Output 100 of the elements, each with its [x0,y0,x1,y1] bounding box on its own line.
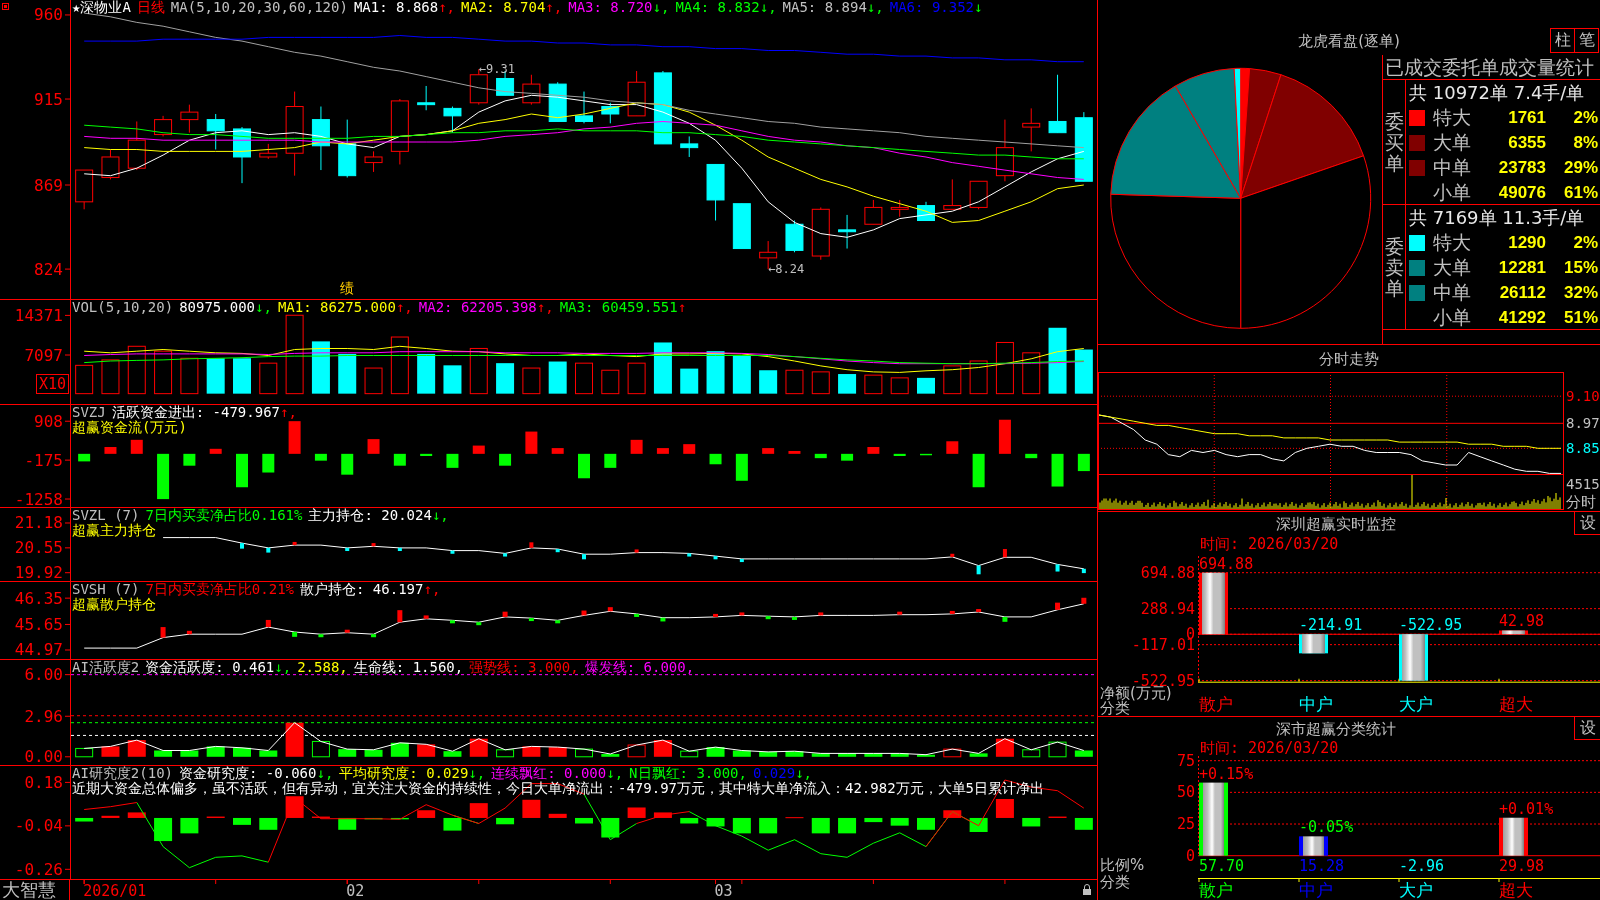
side-label: 委买单 [1384,111,1404,174]
order-percent: 51% [1563,308,1598,328]
order-summary: 共 10972单 7.4手/单 [1408,81,1586,105]
axis-label: 44.97 [14,640,63,660]
date-label: 2026/01 [83,882,147,900]
legend-label: SVZJ [72,405,106,420]
axis-label: 824 [34,259,63,279]
value-label: 29.98 [1499,857,1545,875]
axis-label: 14371 [14,305,63,325]
legend-label: 超赢主力持仓 [72,523,156,538]
legend-label: 超赢散户持仓 [72,597,156,612]
trend-arrow: ↓, [795,766,812,781]
brand-label: 大智慧 [1,880,56,900]
axis-label: -1258 [14,489,63,509]
legend-label: 连续飘红: 0.000 [491,766,607,781]
axis-label: 21.18 [14,513,63,533]
category-label: 大户 [1399,694,1433,714]
axis-title: 比例% [1100,856,1145,874]
order-type: 大单 [1433,255,1472,280]
category-label: 中户 [1299,880,1333,900]
legend-label: 超赢资金流(万元) [72,420,187,435]
trend-arrow: ↓ [974,0,983,15]
axis-label: 869 [34,175,63,195]
category-label: 中户 [1299,694,1333,714]
value-label: -522.95 [1399,616,1463,635]
trend-arrow: ↑, [545,0,563,15]
axis-label: 6.00 [24,665,63,685]
change-label: +0.15% [1199,764,1254,783]
value-label: 42.98 [1499,612,1545,631]
axis-label: 8.85 [1566,440,1600,457]
trend-arrow: ↑, [395,300,413,315]
order-percent: 32% [1563,283,1598,303]
trend-arrow: ↑ [677,300,687,315]
legend-label: ★深物业A [72,0,131,15]
legend-label: 爆发线: 6.000, [584,660,695,675]
unit-label: X10 [36,374,70,394]
legend-label: 主力持仓: 20.024 [308,508,432,523]
axis-label: 9.10 [1566,388,1600,405]
legend-label: AI研究度2(10) [72,766,173,781]
time-label: 时间: 2026/03/20 [1200,738,1339,758]
panel-title: 分时走势 [1319,349,1379,368]
axis-label: 288.94 [1140,599,1195,618]
legend-label: 生命线: 1.560, [353,660,464,675]
order-volume: 41292 [1498,308,1546,328]
axis-label: 0.18 [24,772,63,792]
axis-label: -0.04 [14,816,63,836]
time-label: 时间: 2026/03/20 [1200,534,1339,554]
table-title: 已成交委托单成交量统计 [1383,55,1600,80]
trend-arrow: ↑, [438,0,456,15]
order-type: 特大 [1433,230,1472,255]
axis-label: 960 [34,5,63,25]
value-label: -214.91 [1299,616,1363,635]
trend-arrow: ↓, [866,0,884,15]
category-label: 散户 [1199,880,1233,900]
trend-arrow: ↑, [536,300,554,315]
axis-label: 25 [1176,815,1195,834]
axis-label: 908 [34,411,63,431]
legend-label: SVSH (7) [72,582,140,597]
axis-label: 694.88 [1140,563,1195,582]
axis-label: 0 [1185,846,1195,865]
legend-label: MA3: 8.720 [568,0,653,15]
trend-arrow: ↓, [431,508,449,523]
legend-label: 80975.000 [179,300,255,315]
trend-arrow: ↓, [652,0,670,15]
order-percent: 8% [1573,133,1598,153]
trend-arrow: ↓, [606,766,624,781]
order-type: 大单 [1433,130,1472,155]
order-type: 特大 [1433,105,1472,130]
trend-arrow: ↓, [274,660,292,675]
legend-label: SVZL (7) [72,508,140,523]
legend-label: 活跃资金进出: -479.967 [111,405,280,420]
legend-label: MA1: 86275.000 [277,300,396,315]
trend-arrow: ↓, [255,300,272,315]
axis-label: 45.65 [14,614,63,634]
legend-label: MA4: 8.832 [675,0,760,15]
legend-label: MA2: 62205.398 [418,300,537,315]
order-volume: 1761 [1508,108,1546,128]
axis-label: 20.55 [14,538,63,558]
order-summary: 共 7169单 11.3手/单 [1408,206,1586,230]
axis-label: 75 [1176,751,1195,770]
value-label: 57.70 [1199,857,1245,875]
legend-label: N日飘红: 3.000, [629,766,747,781]
order-percent: 15% [1563,258,1598,278]
order-type: 中单 [1433,155,1472,180]
value-label: 694.88 [1199,554,1254,573]
value-label: 15.28 [1299,857,1345,875]
date-label: 03 [714,882,733,900]
date-label: 02 [346,882,365,900]
category-label: 散户 [1199,694,1233,714]
trend-arrow: ↓, [316,766,334,781]
category-label: 超大 [1499,694,1533,714]
change-label: +0.01% [1499,799,1554,818]
order-volume: 6355 [1508,133,1546,153]
order-volume: 12281 [1498,258,1546,278]
change-label: -0.05% [1299,818,1354,837]
legend-label: 资金活跃度: 0.461 [145,660,275,675]
order-percent: 61% [1563,183,1598,203]
category-label: 大户 [1399,880,1433,900]
axis-title: 分类 [1100,873,1130,891]
axis-label: 7097 [24,345,63,365]
